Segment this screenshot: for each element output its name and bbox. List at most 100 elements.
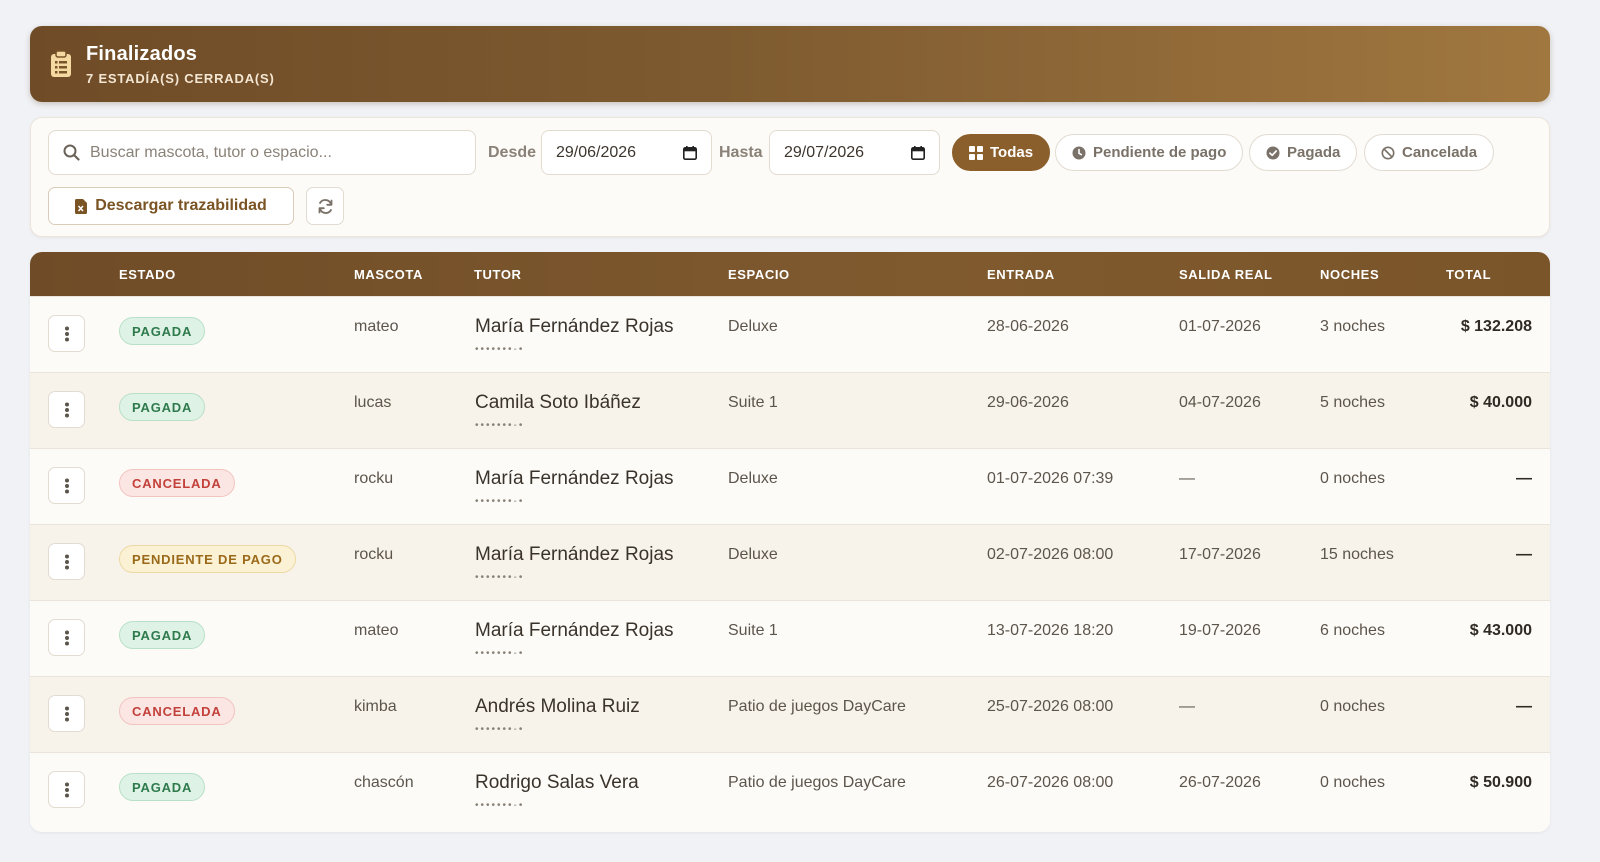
- espacio-cell: Deluxe: [728, 470, 778, 487]
- noches-cell: 0 noches: [1320, 470, 1385, 487]
- hasta-date-field[interactable]: 29/07/2026: [769, 130, 940, 175]
- filter-pendiente-button[interactable]: Pendiente de pago: [1055, 134, 1244, 171]
- tutor-name: María Fernández Rojas: [475, 620, 674, 641]
- espacio-cell: Suite 1: [728, 394, 778, 411]
- hasta-label: Hasta: [719, 144, 763, 161]
- noches-cell: 0 noches: [1320, 774, 1385, 791]
- espacio-cell: Deluxe: [728, 318, 778, 335]
- table-row[interactable]: PENDIENTE DE PAGO rocku María Fernández …: [30, 524, 1550, 600]
- mascota-cell: chascón: [354, 774, 414, 791]
- entrada-cell: 26-07-2026 08:00: [987, 774, 1114, 791]
- table-row[interactable]: CANCELADA rocku María Fernández Rojas ••…: [30, 448, 1550, 524]
- check-circle-icon: [1266, 146, 1280, 159]
- espacio-cell: Patio de juegos DayCare: [728, 698, 906, 715]
- tutor-name: Andrés Molina Ruiz: [475, 696, 640, 717]
- espacio-cell: Patio de juegos DayCare: [728, 774, 906, 791]
- mascota-cell: kimba: [354, 698, 397, 715]
- status-badge: PAGADA: [119, 773, 206, 801]
- col-tutor: TUTOR: [474, 267, 522, 282]
- col-noches: NOCHES: [1320, 267, 1380, 282]
- salida-cell: 19-07-2026: [1179, 622, 1261, 639]
- filter-pagada-button[interactable]: Pagada: [1249, 134, 1358, 171]
- filter-todas-button[interactable]: Todas: [952, 134, 1051, 171]
- clipboard-icon: [51, 50, 71, 77]
- excel-file-icon: [75, 198, 88, 214]
- entrada-cell: 28-06-2026: [987, 318, 1069, 335]
- refresh-button[interactable]: [306, 187, 344, 225]
- mascota-cell: lucas: [354, 394, 392, 411]
- filter-pagada-label: Pagada: [1287, 144, 1341, 161]
- table-row[interactable]: PAGADA chascón Rodrigo Salas Vera ••••••…: [30, 752, 1550, 828]
- mascota-cell: mateo: [354, 318, 399, 335]
- mascota-cell: rocku: [354, 470, 394, 487]
- noches-cell: 6 noches: [1320, 622, 1385, 639]
- row-menu-button[interactable]: [48, 695, 85, 732]
- noches-cell: 5 noches: [1320, 394, 1385, 411]
- entrada-cell: 01-07-2026 07:39: [987, 470, 1114, 487]
- filter-cancelada-button[interactable]: Cancelada: [1364, 134, 1495, 171]
- salida-cell: 01-07-2026: [1179, 318, 1261, 335]
- more-vertical-icon: [64, 326, 69, 341]
- espacio-cell: Suite 1: [728, 622, 778, 639]
- total-cell: —: [1516, 470, 1532, 487]
- filter-todas-label: Todas: [990, 144, 1034, 161]
- total-cell: —: [1516, 698, 1532, 715]
- download-label: Descargar trazabilidad: [95, 197, 267, 214]
- tutor-phone-masked: •••••••-•: [475, 800, 525, 811]
- more-vertical-icon: [64, 402, 69, 417]
- col-mascota: MASCOTA: [354, 267, 423, 282]
- tutor-name: Camila Soto Ibáñez: [475, 392, 641, 413]
- status-badge: PENDIENTE DE PAGO: [119, 545, 296, 573]
- col-total: TOTAL: [1446, 267, 1492, 282]
- entrada-cell: 29-06-2026: [987, 394, 1069, 411]
- total-cell: —: [1516, 546, 1532, 563]
- total-cell: $ 132.208: [1460, 318, 1532, 335]
- filter-pendiente-label: Pendiente de pago: [1093, 144, 1227, 161]
- search-box: [48, 130, 476, 175]
- stays-table: ESTADO MASCOTA TUTOR ESPACIO ENTRADA SAL…: [30, 252, 1550, 832]
- total-cell: $ 50.900: [1469, 774, 1532, 791]
- table-row[interactable]: PAGADA mateo María Fernández Rojas •••••…: [30, 296, 1550, 372]
- table-row[interactable]: CANCELADA kimba Andrés Molina Ruiz •••••…: [30, 676, 1550, 752]
- table-row[interactable]: PAGADA lucas Camila Soto Ibáñez •••••••-…: [30, 372, 1550, 448]
- tutor-phone-masked: •••••••-•: [475, 420, 525, 431]
- row-menu-button[interactable]: [48, 315, 85, 352]
- tutor-name: Rodrigo Salas Vera: [475, 772, 639, 793]
- row-menu-button[interactable]: [48, 771, 85, 808]
- more-vertical-icon: [64, 782, 69, 797]
- total-cell: $ 43.000: [1469, 622, 1532, 639]
- tutor-name: María Fernández Rojas: [475, 316, 674, 337]
- salida-cell: 17-07-2026: [1179, 546, 1261, 563]
- tutor-phone-masked: •••••••-•: [475, 496, 525, 507]
- status-badge: PAGADA: [119, 317, 206, 345]
- salida-cell: 26-07-2026: [1179, 774, 1261, 791]
- tutor-phone-masked: •••••••-•: [475, 724, 525, 735]
- clock-icon: [1072, 146, 1086, 159]
- row-menu-button[interactable]: [48, 619, 85, 656]
- noches-cell: 15 noches: [1320, 546, 1394, 563]
- row-menu-button[interactable]: [48, 391, 85, 428]
- total-cell: $ 40.000: [1469, 394, 1532, 411]
- more-vertical-icon: [64, 478, 69, 493]
- desde-date-field[interactable]: 29/06/2026: [541, 130, 712, 175]
- row-menu-button[interactable]: [48, 543, 85, 580]
- col-estado: ESTADO: [119, 267, 176, 282]
- download-trazabilidad-button[interactable]: Descargar trazabilidad: [48, 187, 294, 225]
- page-title: Finalizados: [86, 42, 198, 65]
- hasta-date-value: 29/07/2026: [784, 143, 865, 161]
- salida-cell: —: [1179, 470, 1195, 487]
- tutor-phone-masked: •••••••-•: [475, 648, 525, 659]
- search-input[interactable]: [90, 143, 450, 162]
- calendar-icon[interactable]: [683, 145, 697, 160]
- tutor-phone-masked: •••••••-•: [475, 344, 525, 355]
- filter-panel: Desde 29/06/2026 Hasta 29/07/2026 Todas …: [30, 117, 1550, 237]
- col-salida-real: SALIDA REAL: [1179, 267, 1273, 282]
- calendar-icon[interactable]: [911, 145, 925, 160]
- tutor-name: María Fernández Rojas: [475, 544, 674, 565]
- more-vertical-icon: [64, 630, 69, 645]
- entrada-cell: 25-07-2026 08:00: [987, 698, 1114, 715]
- status-badge: PAGADA: [119, 621, 206, 649]
- row-menu-button[interactable]: [48, 467, 85, 504]
- desde-date-value: 29/06/2026: [556, 143, 637, 161]
- table-row[interactable]: PAGADA mateo María Fernández Rojas •••••…: [30, 600, 1550, 676]
